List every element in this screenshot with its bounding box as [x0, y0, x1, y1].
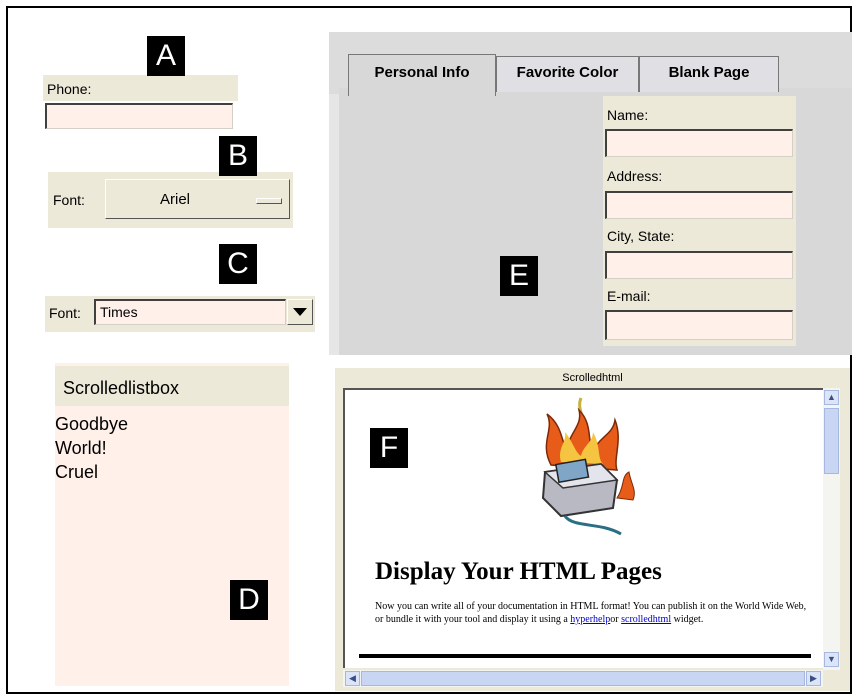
- tab-personal-info-label: Personal Info: [374, 64, 470, 81]
- html-rule: [359, 654, 811, 658]
- city-state-input[interactable]: [605, 251, 793, 279]
- html-viewport: Display Your HTML Pages Now you can writ…: [343, 388, 823, 668]
- scroll-right-button[interactable]: ▶: [806, 671, 821, 686]
- toaster-image: [541, 397, 635, 536]
- scrolledhtml-link[interactable]: scrolledhtml: [621, 614, 671, 625]
- badge-d: D: [230, 580, 268, 620]
- badge-b: B: [219, 136, 257, 176]
- tab-favorite-color[interactable]: Favorite Color: [496, 56, 639, 92]
- listbox-title: Scrolledlistbox: [63, 378, 180, 398]
- demo-frame: Phone: A Font: Ariel B C Font: Times Scr…: [6, 6, 852, 694]
- email-label: E-mail:: [607, 288, 651, 304]
- hyperhelp-link[interactable]: hyperhelp: [570, 614, 610, 625]
- phone-label: Phone:: [47, 81, 92, 97]
- badge-f: F: [370, 428, 408, 468]
- font-option-button[interactable]: Ariel: [105, 179, 290, 219]
- html-paragraph: Now you can write all of your documentat…: [375, 600, 815, 626]
- tab-blank-page[interactable]: Blank Page: [639, 56, 779, 92]
- name-label: Name:: [607, 107, 649, 123]
- list-item[interactable]: World!: [55, 436, 128, 460]
- list-item[interactable]: Cruel: [55, 460, 128, 484]
- horizontal-scrollbar[interactable]: ◀ ▶: [343, 670, 823, 687]
- html-body-text-2: or: [610, 614, 622, 625]
- tab-personal-info[interactable]: Personal Info: [348, 54, 496, 96]
- font-button-label: Font:: [53, 192, 85, 208]
- font-combo-dropdown-button[interactable]: [287, 299, 313, 325]
- vertical-scroll-thumb[interactable]: [824, 408, 839, 474]
- city-state-label: City, State:: [607, 228, 675, 244]
- tab-favorite-color-label: Favorite Color: [516, 64, 619, 81]
- badge-e: E: [500, 256, 538, 296]
- scroll-left-button[interactable]: ◀: [345, 671, 360, 686]
- list-item[interactable]: Goodbye: [55, 412, 128, 436]
- listbox-items: Goodbye World! Cruel: [55, 412, 128, 484]
- html-heading: Display Your HTML Pages: [375, 558, 662, 585]
- scroll-down-button[interactable]: ▼: [824, 652, 839, 667]
- font-combo-input[interactable]: Times: [94, 299, 286, 325]
- phone-input[interactable]: [45, 103, 233, 129]
- vertical-scrollbar[interactable]: ▲ ▼: [823, 388, 840, 670]
- badge-c: C: [219, 244, 257, 284]
- horizontal-scroll-thumb[interactable]: [361, 671, 805, 686]
- font-combo-label: Font:: [49, 305, 81, 321]
- address-input[interactable]: [605, 191, 793, 219]
- html-body-text-3: widget.: [671, 614, 704, 625]
- triangle-down-icon: [293, 308, 307, 316]
- font-combo-value: Times: [100, 304, 138, 320]
- badge-a: A: [147, 36, 185, 76]
- tab-blank-page-label: Blank Page: [668, 64, 750, 81]
- email-input[interactable]: [605, 310, 793, 340]
- address-label: Address:: [607, 168, 663, 184]
- scroll-up-button[interactable]: ▲: [824, 390, 839, 405]
- scrolledhtml-title: Scrolledhtml: [562, 372, 623, 384]
- option-indicator-icon: [256, 198, 282, 204]
- font-option-value: Ariel: [160, 191, 191, 208]
- name-input[interactable]: [605, 129, 793, 157]
